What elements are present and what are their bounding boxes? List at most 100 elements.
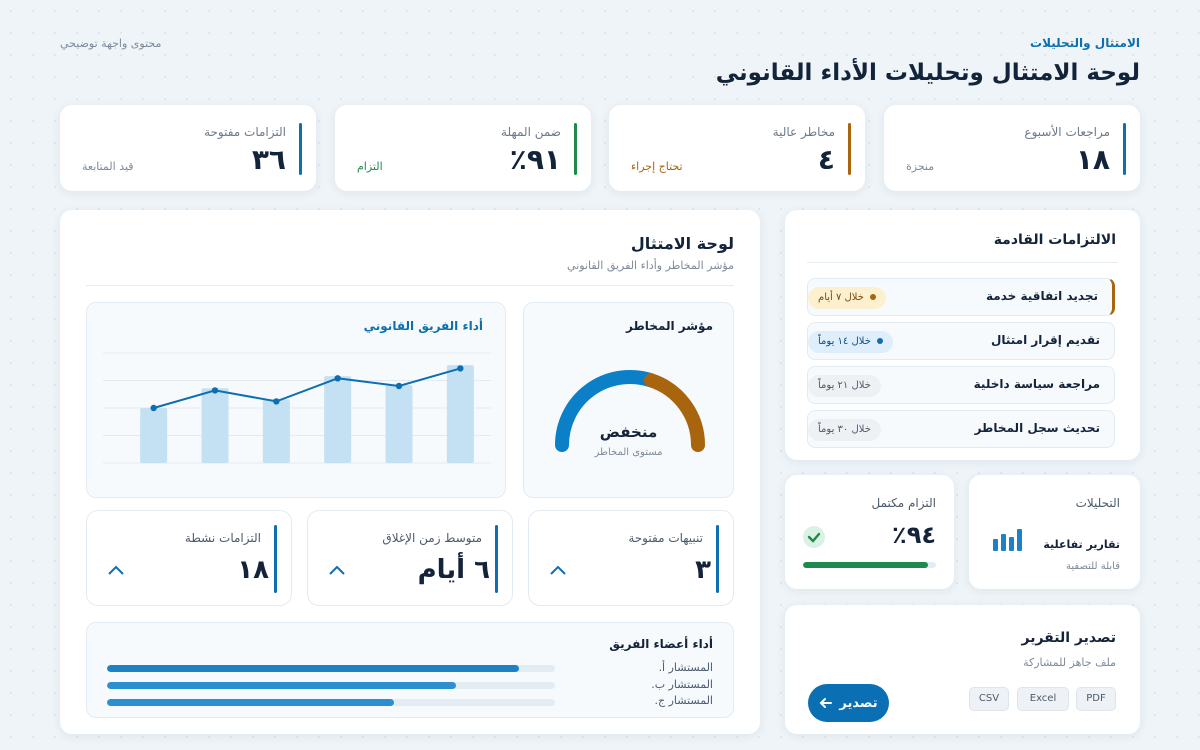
obligation-title: تحديث سجل المخاطر [974,421,1100,435]
kpi-label: مخاطر عالية [772,125,835,139]
mini-card-open-alerts: تنبيهات مفتوحة ٣ [528,510,734,606]
kpi-sub: تحتاج إجراء [631,160,683,173]
due-badge: خلال ٣٠ يوماً [808,419,881,441]
chart-bar [446,365,474,463]
page-title: لوحة الامتثال وتحليلات الأداء القانوني [715,60,1140,86]
risk-title: مؤشر المخاطر [626,319,713,333]
analytics-card[interactable]: التحليلات تقارير تفاعلية قابلة للتصفية [969,475,1140,589]
chevron-up-icon[interactable] [105,559,127,581]
export-card: تصدير التقرير ملف جاهز للمشاركة PDF Exce… [785,605,1140,734]
kpi-sub: قيد المتابعة [82,160,134,173]
obligation-row[interactable]: مراجعة سياسة داخلية خلال ٢١ يوماً [807,366,1115,404]
mini-value: ١٨ [237,555,269,585]
kpi-card-open-obligations: التزامات مفتوحة ٣٦ قيد المتابعة [60,105,316,191]
divider [86,285,734,286]
due-text: خلال ٣٠ يوماً [818,424,871,435]
member-progress-fill [107,699,394,706]
bar-chart-icon [993,529,1022,551]
check-circle-icon [803,526,825,548]
kpi-value: ٤ [817,143,835,176]
due-badge: خلال ١٤ يوماً [808,331,893,353]
member-progress-fill [107,665,520,672]
mini-value: ٣ [695,555,711,585]
obligation-title: تقديم إقرار امتثال [990,333,1100,347]
chevron-up-icon[interactable] [547,559,569,581]
export-title: تصدير التقرير [1021,630,1117,646]
complete-progress [803,562,936,568]
chart-bar [140,408,168,463]
kpi-accent-bar [848,123,851,175]
chart-bar [385,384,413,463]
status-dot-icon [869,294,876,300]
kpi-value: ٣٦ [251,143,286,176]
due-text: خلال ٢١ يوماً [818,380,871,391]
due-text: خلال ٧ أيام [818,292,864,303]
risk-indicator-card: مؤشر المخاطر منخفض مستوى المخاطر [523,302,734,498]
arrow-left-icon [820,698,833,708]
status-dot-icon [876,338,883,344]
format-pdf-chip[interactable]: PDF [1076,687,1116,711]
format-csv-chip[interactable]: CSV [969,687,1009,711]
kpi-sub: التزام [357,160,383,173]
member-name: المستشار ج. [654,694,713,707]
mini-value: ٦ أيام [417,555,490,585]
chevron-up-icon[interactable] [326,559,348,581]
demo-note: محتوى واجهة توضيحي [60,37,162,50]
obligation-row[interactable]: تقديم إقرار امتثال خلال ١٤ يوماً [807,322,1115,360]
format-excel-chip[interactable]: Excel [1017,687,1069,711]
member-name: المستشار أ. [658,661,713,674]
export-button-label: تصدير [839,695,878,711]
risk-value: منخفض [599,423,658,441]
chart-bar [262,399,290,463]
kpi-card-weekly-reviews: مراجعات الأسبوع ١٨ منجزة [884,105,1140,191]
chart-point [150,404,157,412]
chart-bar [324,376,352,463]
mini-card-active-obligations: التزامات نشطة ١٨ [86,510,292,606]
team-performance-card: أداء الفريق القانوني [86,302,506,498]
kpi-label: ضمن المهلة [501,125,561,139]
mini-accent-bar [716,525,719,593]
obligation-row[interactable]: تجديد اتفاقية خدمة خلال ٧ أيام [807,278,1115,316]
chart-title: أداء الفريق القانوني [363,319,483,333]
chart-line [153,367,461,409]
members-title: أداء أعضاء الفريق [609,637,713,651]
upcoming-title: الالتزامات القادمة [993,232,1116,248]
kpi-accent-bar [1123,123,1126,175]
mini-label: تنبيهات مفتوحة [628,531,703,545]
mini-accent-bar [495,525,498,593]
kpi-label: التزامات مفتوحة [204,125,286,139]
due-badge: خلال ٧ أيام [808,287,886,309]
analytics-title: التحليلات [1075,496,1120,510]
chart-point [395,382,403,390]
obligation-title: مراجعة سياسة داخلية [973,377,1100,391]
mini-label: التزامات نشطة [184,531,261,545]
mini-card-avg-close-time: متوسط زمن الإغلاق ٦ أيام [307,510,513,606]
risk-caption: مستوى المخاطر [594,447,663,458]
member-progress [107,699,555,706]
panel-title: لوحة الامتثال [630,234,734,253]
kpi-accent-bar [299,123,302,175]
chart-bar [201,388,229,463]
kpi-label: مراجعات الأسبوع [1024,125,1110,139]
section-label: الامتثال والتحليلات [1030,36,1140,50]
complete-value: ٩٤٪ [892,521,936,549]
chart-point [211,387,219,394]
export-button[interactable]: تصدير [808,684,889,722]
member-progress-fill [107,682,457,689]
obligation-title: تجديد اتفاقية خدمة [986,289,1098,303]
kpi-value: ١٨ [1075,143,1110,176]
chart-point [334,375,341,382]
team-performance-chart [103,352,491,464]
compliance-complete-card: التزام مكتمل ٩٤٪ [785,475,954,589]
due-badge: خلال ٢١ يوماً [808,375,881,397]
panel-subtitle: مؤشر المخاطر وأداء الفريق القانوني [567,259,734,272]
kpi-sub: منجزة [906,160,935,173]
kpi-card-high-risks: مخاطر عالية ٤ تحتاج إجراء [609,105,865,191]
obligation-row[interactable]: تحديث سجل المخاطر خلال ٣٠ يوماً [807,410,1115,448]
analytics-caption: قابلة للتصفية [1066,561,1120,572]
chart-point [457,365,464,372]
member-name: المستشار ب. [651,678,713,691]
upcoming-obligations-panel: الالتزامات القادمة تجديد اتفاقية خدمة خل… [785,210,1140,460]
team-members-card: أداء أعضاء الفريق المستشار أ. المستشار ب… [86,622,734,718]
member-progress [107,665,555,672]
